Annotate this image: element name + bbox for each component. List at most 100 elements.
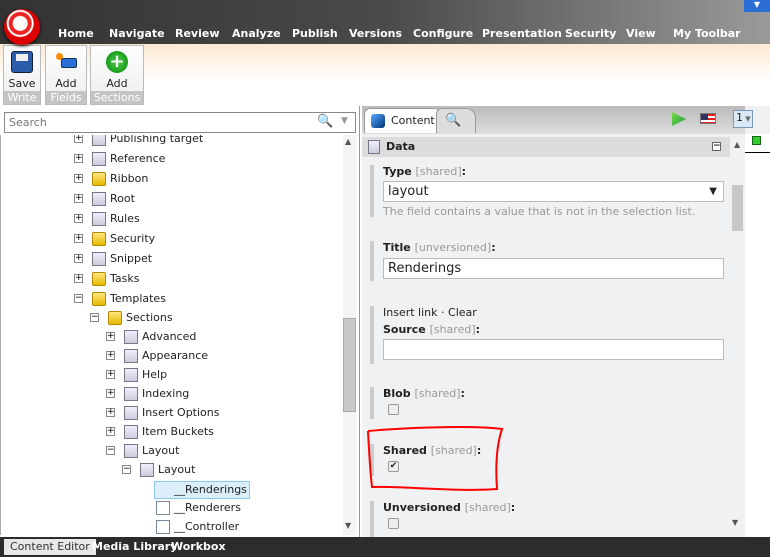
clear-link[interactable]: Clear	[448, 306, 477, 319]
tree-item[interactable]: + Publishing target	[1, 135, 341, 148]
tree-item[interactable]: + Reference	[1, 150, 341, 168]
search-icon[interactable]: 🔍	[317, 114, 333, 129]
menu-publish[interactable]: Publish	[292, 27, 338, 40]
menu-review[interactable]: Review	[175, 27, 220, 40]
tree-item-label: Item Buckets	[142, 425, 214, 438]
tree-item[interactable]: + Root	[1, 190, 341, 208]
expand-icon[interactable]: +	[74, 174, 83, 183]
menu-home[interactable]: Home	[58, 27, 94, 40]
tree-item[interactable]: + Rules	[1, 210, 341, 228]
expand-icon[interactable]: +	[74, 194, 83, 203]
template-icon	[124, 444, 138, 458]
expand-icon[interactable]: +	[74, 234, 83, 243]
menu-navigate[interactable]: Navigate	[109, 27, 165, 40]
tree-item[interactable]: __Renderings	[1, 480, 341, 499]
window-menu-button[interactable]: ▼	[744, 0, 770, 12]
menu-analyze[interactable]: Analyze	[232, 27, 281, 40]
tree-scrollbar[interactable]: ▲ ▼	[343, 135, 356, 535]
template-icon	[92, 152, 106, 166]
tree-item-label: Root	[110, 192, 135, 205]
collapse-icon[interactable]: −	[74, 294, 83, 303]
tree-item[interactable]: + Security	[1, 230, 341, 248]
template-icon	[124, 406, 138, 420]
tree-item[interactable]: + Insert Options	[1, 404, 341, 422]
folder-icon	[92, 232, 106, 246]
version-selector[interactable]: 1 ▼	[733, 110, 753, 128]
search-input[interactable]	[5, 113, 305, 132]
collapse-section-icon[interactable]: −	[712, 142, 721, 151]
add-fields-button[interactable]: Add Fields	[45, 45, 87, 105]
unversioned-checkbox[interactable]	[388, 518, 399, 529]
search-add-icon: 🔍	[445, 113, 462, 128]
tree-item[interactable]: − Layout	[1, 461, 341, 479]
tree-item-label: Help	[142, 368, 168, 381]
folder-icon	[92, 172, 106, 186]
language-flag-icon[interactable]	[700, 113, 716, 124]
expand-icon[interactable]: +	[106, 370, 115, 379]
expand-icon[interactable]: +	[106, 389, 115, 398]
source-input[interactable]	[383, 339, 724, 360]
tree-item-label: Sections	[126, 311, 173, 324]
section-icon	[368, 140, 380, 154]
validation-bar: ▲	[734, 134, 770, 537]
tree-item-label: Appearance	[142, 349, 209, 362]
expand-icon[interactable]: +	[74, 154, 83, 163]
menu-security[interactable]: Security	[565, 27, 616, 40]
tree-item[interactable]: __Renderers	[1, 499, 341, 517]
expand-icon[interactable]: +	[106, 351, 115, 360]
menu-presentation[interactable]: Presentation	[482, 27, 562, 40]
blob-checkbox[interactable]	[388, 404, 399, 415]
save-button[interactable]: Save Write	[3, 45, 41, 105]
template-icon	[124, 368, 138, 382]
add-sections-button[interactable]: + Add Sections	[90, 45, 144, 105]
tree-item[interactable]: + Item Buckets	[1, 423, 341, 441]
tree-item[interactable]: + Help	[1, 366, 341, 384]
bottom-tab-workbox[interactable]: Workbox	[165, 539, 232, 555]
menu-view[interactable]: View	[626, 27, 656, 40]
tree-item[interactable]: − Templates	[1, 290, 341, 308]
tree-item[interactable]: + Ribbon	[1, 170, 341, 188]
expand-icon[interactable]: +	[74, 254, 83, 263]
source-label: Source [shared]:	[383, 323, 481, 336]
tree-item[interactable]: + Advanced	[1, 328, 341, 346]
type-select[interactable]: layout ▼	[383, 181, 724, 202]
menu-my-toolbar[interactable]: My Toolbar	[673, 27, 741, 40]
expand-icon[interactable]: +	[74, 274, 83, 283]
sitecore-logo[interactable]	[4, 9, 40, 45]
tree-item[interactable]: __Controller	[1, 518, 341, 535]
search-box[interactable]: 🔍 ▼	[4, 112, 356, 133]
field-icon	[156, 520, 170, 534]
expand-icon[interactable]: +	[106, 427, 115, 436]
search-options-dropdown-icon[interactable]: ▼	[341, 116, 348, 126]
source-links: Insert link · Clear	[383, 306, 477, 319]
tab-content[interactable]: Content	[364, 108, 444, 133]
expand-icon[interactable]: +	[106, 332, 115, 341]
expand-icon[interactable]: +	[74, 214, 83, 223]
tree-item[interactable]: + Snippet	[1, 250, 341, 268]
tree-item-label: Layout	[158, 463, 196, 476]
collapse-icon[interactable]: −	[122, 465, 131, 474]
tree-item[interactable]: + Indexing	[1, 385, 341, 403]
tree-scrollbar-thumb[interactable]	[343, 318, 356, 412]
tree-item[interactable]: + Tasks	[1, 270, 341, 288]
bottom-tab-content-editor[interactable]: Content Editor	[4, 539, 96, 555]
folder-icon	[108, 311, 122, 325]
tree-item[interactable]: + Appearance	[1, 347, 341, 365]
expand-icon[interactable]: +	[74, 135, 83, 143]
validation-ok-icon[interactable]	[752, 136, 761, 145]
tree-item[interactable]: − Layout	[1, 442, 341, 460]
collapse-icon[interactable]: −	[90, 313, 99, 322]
collapse-icon[interactable]: −	[106, 446, 115, 455]
insert-link[interactable]: Insert link	[383, 306, 438, 319]
editor-scrollbar[interactable]: ▼	[731, 137, 744, 532]
section-header-data[interactable]: Data −	[362, 137, 730, 157]
menu-versions[interactable]: Versions	[349, 27, 402, 40]
menu-configure[interactable]: Configure	[413, 27, 473, 40]
tree-item[interactable]: − Sections	[1, 309, 341, 327]
title-input[interactable]: Renderings	[383, 258, 724, 279]
type-validation-note: The field contains a value that is not i…	[383, 205, 696, 218]
tree-item-label: Layout	[142, 444, 180, 457]
expand-icon[interactable]: +	[106, 408, 115, 417]
editor-scrollbar-thumb[interactable]	[732, 185, 743, 231]
tab-search[interactable]: 🔍	[436, 108, 476, 133]
